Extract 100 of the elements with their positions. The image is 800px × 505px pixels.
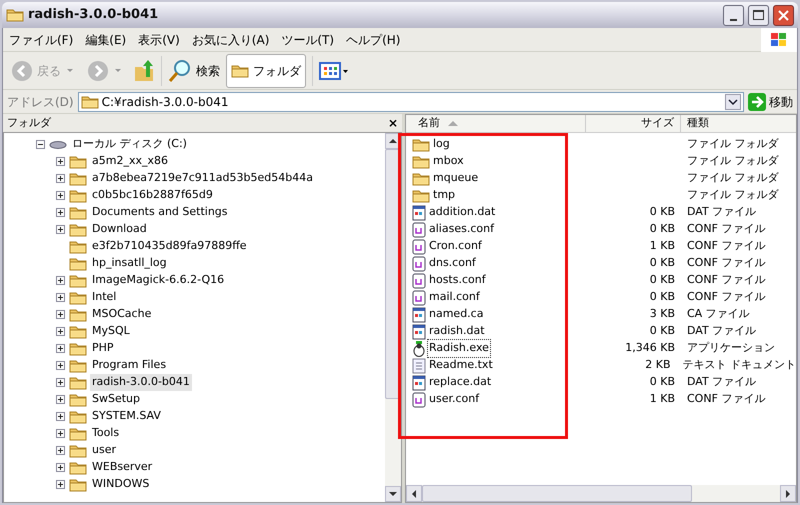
folder-icon [69, 478, 87, 492]
column-header[interactable]: サイズ [586, 115, 681, 132]
expand-icon[interactable] [56, 276, 64, 285]
config-file-icon [412, 290, 426, 306]
folder-icon [69, 222, 87, 236]
file-type: ファイル フォルダ [686, 170, 778, 186]
folders-button[interactable]: フォルダ [226, 54, 306, 88]
folder-icon [69, 460, 87, 474]
pane-close-button[interactable]: × [388, 114, 398, 132]
file-name[interactable]: dns.conf [428, 255, 477, 272]
menu-item[interactable]: ツール(T) [275, 30, 340, 48]
file-size: 0 KB [650, 272, 675, 288]
file-size: 3 KB [650, 306, 675, 322]
tree-item[interactable]: e3f2b710435d89fa97889ffe [90, 238, 249, 255]
up-folder-icon[interactable] [133, 58, 155, 82]
expand-icon[interactable] [56, 293, 64, 302]
folder-icon [6, 8, 24, 22]
expand-icon[interactable] [56, 378, 64, 387]
expand-icon[interactable] [56, 310, 64, 319]
file-name[interactable]: user.conf [428, 391, 480, 408]
file-name[interactable]: tmp [432, 187, 456, 204]
horizontal-scrollbar[interactable] [406, 485, 796, 502]
expand-icon[interactable] [56, 225, 64, 234]
tree-item[interactable]: a5m2_xx_x86 [90, 153, 170, 170]
menu-item[interactable]: 編集(E) [79, 30, 132, 48]
menu-item[interactable]: ファイル(F) [3, 30, 80, 48]
tree-item[interactable]: Intel [90, 289, 118, 306]
expand-icon[interactable] [56, 327, 64, 336]
file-name[interactable]: mail.conf [428, 289, 481, 306]
data-file-icon [412, 306, 426, 322]
expand-icon[interactable] [56, 412, 64, 421]
search-button[interactable]: 検索 [168, 58, 220, 82]
expand-icon[interactable] [56, 344, 64, 353]
file-name[interactable]: addition.dat [428, 204, 496, 221]
file-name[interactable]: hosts.conf [428, 272, 487, 289]
maximize-button[interactable] [748, 4, 769, 26]
file-size: 0 KB [650, 289, 675, 306]
expand-icon[interactable] [56, 395, 64, 404]
menu-item[interactable]: お気に入り(A) [186, 30, 276, 48]
expand-icon[interactable] [56, 446, 64, 455]
tree-item[interactable]: Download [90, 221, 149, 238]
tree-item[interactable]: ローカル ディスク (C:) [70, 136, 189, 153]
go-button[interactable]: 移動 [748, 92, 793, 110]
tree-item[interactable]: radish-3.0.0-b041 [90, 374, 192, 391]
tree-item[interactable]: a7b8ebea7219e7c911ad53b5ed54b44a [90, 170, 315, 187]
file-name[interactable]: aliases.conf [428, 221, 495, 238]
tree-item[interactable]: MSOCache [90, 306, 154, 323]
folder-icon [69, 240, 87, 254]
expand-icon[interactable] [56, 191, 64, 200]
tree-item[interactable]: SYSTEM.SAV [90, 408, 163, 425]
minimize-button[interactable] [723, 4, 744, 26]
windows-flag-icon [770, 32, 788, 48]
folder-icon [69, 342, 87, 356]
tree-item[interactable]: c0b5bc16b2887f65d9 [90, 187, 215, 204]
tree-item[interactable]: Documents and Settings [90, 204, 230, 221]
file-name[interactable]: mqueue [432, 170, 480, 187]
folder-icon [412, 154, 430, 168]
expand-icon[interactable] [56, 480, 64, 489]
tree-item[interactable]: user [90, 442, 118, 459]
menu-item[interactable]: 表示(V) [132, 30, 186, 48]
tree-item[interactable]: hp_insatll_log [90, 255, 169, 272]
folder-icon [69, 206, 87, 220]
tree-item[interactable]: Tools [90, 425, 122, 442]
file-name[interactable]: Readme.txt [428, 357, 494, 374]
tree-item[interactable]: PHP [90, 340, 116, 357]
tree-item[interactable]: WINDOWS [90, 476, 152, 493]
file-type: CONF ファイル [686, 391, 766, 408]
tree-item[interactable]: Program Files [90, 357, 168, 374]
column-header[interactable]: 名前 [406, 115, 586, 132]
folder-icon [69, 308, 87, 322]
config-file-icon [412, 256, 426, 272]
close-button[interactable] [773, 4, 794, 26]
data-file-icon [412, 374, 426, 390]
file-name[interactable]: named.ca [428, 306, 484, 323]
file-name[interactable]: radish.dat [428, 323, 486, 340]
tree-item[interactable]: MySQL [90, 323, 132, 340]
tree-item[interactable]: ImageMagick-6.6.2-Q16 [90, 272, 226, 289]
collapse-icon[interactable] [36, 140, 44, 149]
expand-icon[interactable] [56, 208, 64, 217]
file-size: 1,346 KB [625, 340, 675, 356]
expand-icon[interactable] [56, 429, 64, 438]
address-field[interactable]: C:¥radish-3.0.0-b041 [78, 92, 744, 112]
view-grid-icon[interactable] [319, 60, 349, 80]
file-name[interactable]: log [432, 136, 451, 153]
expand-icon[interactable] [56, 157, 64, 166]
file-size: 0 KB [650, 204, 675, 220]
file-type: アプリケーション [686, 340, 775, 356]
column-header[interactable]: 種類 [681, 115, 796, 132]
file-name[interactable]: Cron.conf [428, 238, 483, 255]
menu-item[interactable]: ヘルプ(H) [340, 30, 406, 48]
expand-icon[interactable] [56, 463, 64, 472]
tree-item[interactable]: SwSetup [90, 391, 142, 408]
file-name[interactable]: Radish.exe [428, 340, 490, 357]
expand-icon[interactable] [56, 361, 64, 370]
file-size: 0 KB [650, 221, 675, 238]
expand-icon[interactable] [56, 174, 64, 183]
folder-icon [69, 426, 87, 440]
file-name[interactable]: mbox [432, 153, 465, 170]
tree-item[interactable]: WEBserver [90, 459, 154, 476]
file-name[interactable]: replace.dat [428, 374, 492, 391]
